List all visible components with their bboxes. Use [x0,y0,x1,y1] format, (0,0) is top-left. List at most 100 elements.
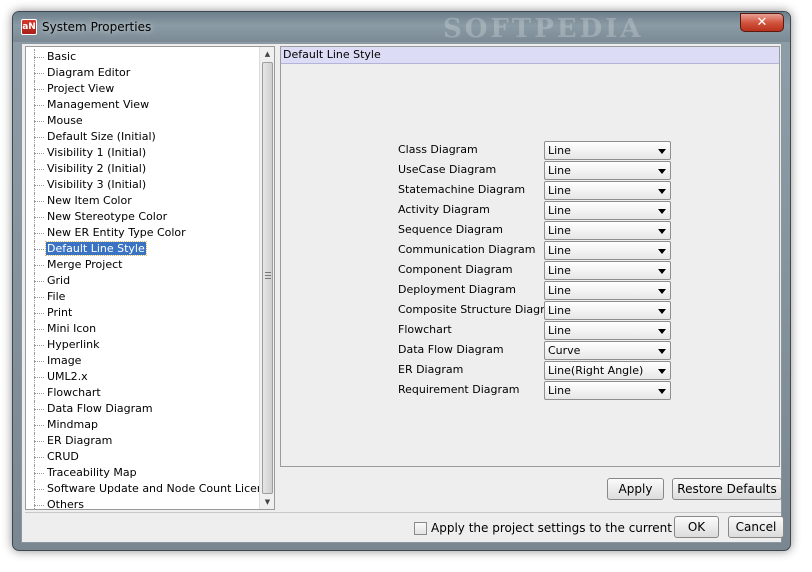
scroll-down-arrow-icon[interactable]: ▼ [260,495,274,509]
ok-button[interactable]: OK [674,516,719,538]
tree-item[interactable]: Traceability Map [26,465,261,481]
tree-item[interactable]: Mini Icon [26,321,261,337]
line-style-row: Flowchart Line [398,320,673,340]
dropdown-selected-value: Line [548,224,571,237]
line-style-dropdown[interactable]: Line [544,381,671,400]
diagram-type-label: Class Diagram [398,143,478,156]
window-title: System Properties [42,20,152,34]
line-style-row: Activity Diagram Line [398,200,673,220]
cancel-button[interactable]: Cancel [728,516,784,538]
tree-item-label: Print [47,306,73,319]
tree-item[interactable]: Software Update and Node Count License [26,481,274,497]
tree-item-label: Default Size (Initial) [47,130,156,143]
chevron-down-icon [658,169,666,174]
dropdown-selected-value: Line [548,324,571,337]
tree-item[interactable]: CRUD [26,449,261,465]
line-style-dropdown[interactable]: Curve [544,341,671,360]
line-style-dropdown[interactable]: Line [544,321,671,340]
tree-item-label: Mouse [47,114,83,127]
tree-item-label: Merge Project [47,258,123,271]
dialog-client-area: Basic Diagram Editor Project View Managemen… [21,43,784,543]
tree-item[interactable]: Mindmap [26,417,261,433]
line-style-dropdown[interactable]: Line [544,201,671,220]
tree-item-label: New ER Entity Type Color [47,226,186,239]
tree-item[interactable]: Project View [26,81,261,97]
diagram-type-label: Communication Diagram [398,243,536,256]
tree-item-label: ER Diagram [47,434,113,447]
line-style-dropdown[interactable]: Line [544,281,671,300]
line-style-dropdown[interactable]: Line [544,261,671,280]
line-style-dropdown[interactable]: Line(Right Angle) [544,361,671,380]
tree-item-label: Others [47,498,84,510]
dropdown-selected-value: Line [548,304,571,317]
title-bar[interactable]: aN System Properties SOFTPEDIA ✕ [13,12,790,44]
tree-item[interactable]: Visibility 1 (Initial) [26,145,261,161]
tree-item-label: Grid [47,274,71,287]
line-style-dropdown[interactable]: Line [544,241,671,260]
tree-item[interactable]: File [26,289,261,305]
scroll-up-arrow-icon[interactable]: ▲ [260,47,274,61]
line-style-dropdown[interactable]: Line [544,161,671,180]
tree-item-label: Default Line Style [45,241,147,256]
tree-item[interactable]: Print [26,305,261,321]
tree-item[interactable]: Merge Project [26,257,261,273]
tree-item[interactable]: New Stereotype Color [26,209,261,225]
tree-item[interactable]: ER Diagram [26,433,261,449]
tree-item[interactable]: Hyperlink [26,337,261,353]
tree-vertical-scrollbar[interactable]: ▲ ▼ [259,47,274,509]
line-style-dropdown[interactable]: Line [544,301,671,320]
line-style-row: UseCase Diagram Line [398,160,673,180]
dropdown-selected-value: Line [548,204,571,217]
dropdown-selected-value: Curve [548,344,581,357]
tree-item-label: Mindmap [47,418,98,431]
dropdown-selected-value: Line [548,284,571,297]
tree-item[interactable]: Default Size (Initial) [26,129,261,145]
tree-item[interactable]: Grid [26,273,261,289]
system-properties-window: aN System Properties SOFTPEDIA ✕ Basic Di… [12,11,791,551]
diagram-type-label: ER Diagram [398,363,464,376]
tree-item[interactable]: Diagram Editor [26,65,261,81]
tree-item-label: Management View [47,98,150,111]
diagram-type-label: Flowchart [398,323,452,336]
tree-item[interactable]: Default Line Style [26,241,261,257]
tree-item-label: Project View [47,82,115,95]
dropdown-selected-value: Line [548,144,571,157]
line-style-dropdown[interactable]: Line [544,141,671,160]
chevron-down-icon [658,289,666,294]
tree-item[interactable]: Management View [26,97,261,113]
tree-item[interactable]: UML2.x [26,369,261,385]
chevron-down-icon [658,309,666,314]
line-style-dropdown[interactable]: Line [544,181,671,200]
line-style-dropdown[interactable]: Line [544,221,671,240]
line-style-row: Class Diagram Line [398,140,673,160]
scroll-thumb[interactable] [262,62,273,494]
line-style-row: Communication Diagram Line [398,240,673,260]
tree-item[interactable]: Others [26,497,261,510]
close-button[interactable]: ✕ [740,13,784,32]
apply-button[interactable]: Apply [607,478,664,500]
line-style-form: Class Diagram Line UseCase Diagram Line Stat… [398,140,673,400]
tree-item[interactable]: Visibility 2 (Initial) [26,161,261,177]
chevron-down-icon [658,209,666,214]
tree-item-label: New Stereotype Color [47,210,168,223]
line-style-row: ER Diagram Line(Right Angle) [398,360,673,380]
tree-item[interactable]: New ER Entity Type Color [26,225,261,241]
tree-item-label: Image [47,354,82,367]
tree-item-label: File [47,290,66,303]
apply-project-settings-checkbox[interactable] [414,522,427,535]
restore-defaults-button[interactable]: Restore Defaults [672,478,782,500]
tree-item[interactable]: Mouse [26,113,261,129]
tree-item[interactable]: Image [26,353,261,369]
tree-item[interactable]: Basic [26,49,261,65]
tree-item[interactable]: New Item Color [26,193,261,209]
tree-item-label: Visibility 3 (Initial) [47,178,147,191]
tree-item[interactable]: Data Flow Diagram [26,401,261,417]
diagram-type-label: Data Flow Diagram [398,343,504,356]
tree-item-label: Basic [47,50,77,63]
tree-item[interactable]: Flowchart [26,385,261,401]
line-style-row: Sequence Diagram Line [398,220,673,240]
chevron-down-icon [658,149,666,154]
tree-item[interactable]: Visibility 3 (Initial) [26,177,261,193]
chevron-down-icon [658,349,666,354]
dropdown-selected-value: Line(Right Angle) [548,364,644,377]
